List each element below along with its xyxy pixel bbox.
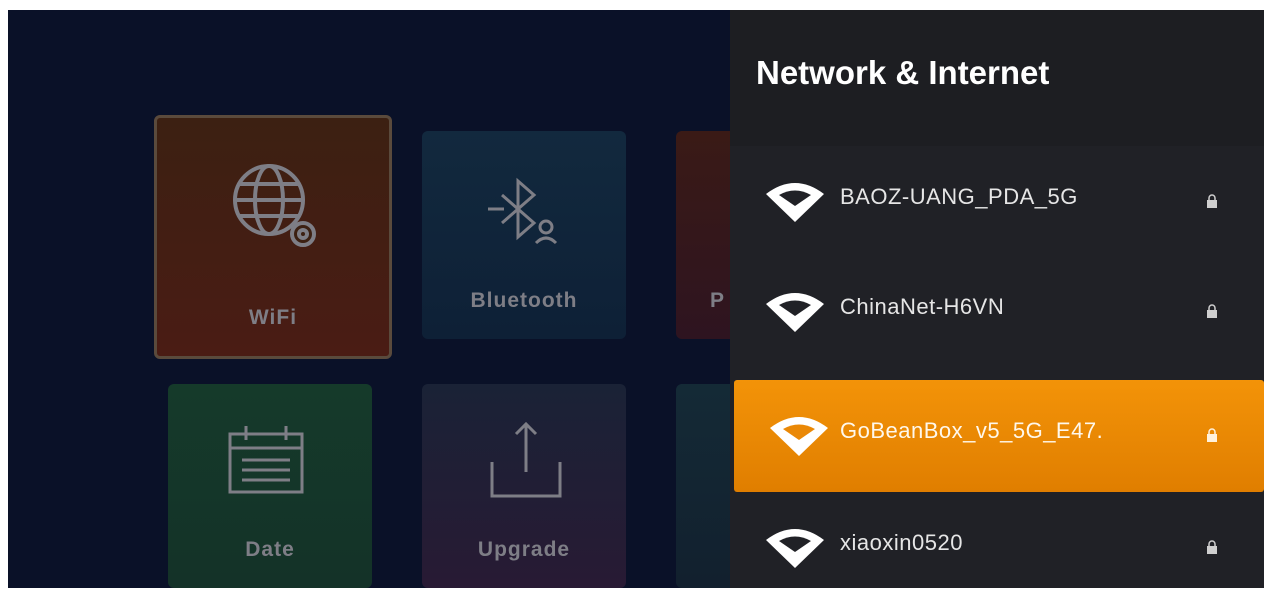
- lock-icon: [1207, 540, 1217, 554]
- upload-icon: [490, 421, 562, 498]
- bluetooth-icon: [488, 177, 558, 245]
- network-ssid: BAOZ-UANG_PDA_5G: [840, 184, 1078, 209]
- network-item-selected[interactable]: GoBeanBox_v5_5G_E47.: [734, 380, 1264, 492]
- globe-icon: [233, 164, 316, 247]
- network-ssid: ChinaNet-H6VN: [840, 294, 1005, 319]
- network-item[interactable]: BAOZ-UANG_PDA_5G: [730, 146, 1264, 256]
- tile-partial[interactable]: [676, 384, 736, 588]
- wifi-signal-icon: [766, 529, 824, 568]
- tile-upgrade[interactable]: Upgrade: [422, 384, 626, 588]
- tile-label: Upgrade: [477, 538, 571, 561]
- calendar-icon: [228, 426, 304, 494]
- panel-header: Network & Internet: [730, 10, 1264, 146]
- tile-label: Date: [245, 538, 295, 561]
- wifi-signal-icon: [766, 183, 824, 222]
- lock-icon: [1207, 428, 1217, 442]
- tile-bluetooth[interactable]: Bluetooth: [422, 131, 626, 339]
- network-panel: Network & Internet BAOZ-UANG_PDA_5G Chin…: [730, 10, 1264, 588]
- lock-icon: [1207, 194, 1217, 208]
- network-item[interactable]: ChinaNet-H6VN: [730, 256, 1264, 366]
- settings-screen: WiFi Bluetooth P Date Upgrade Network & …: [8, 10, 1264, 588]
- tile-date[interactable]: Date: [168, 384, 372, 588]
- tile-label: WiFi: [248, 306, 298, 329]
- network-item[interactable]: xiaoxin0520: [730, 496, 1264, 588]
- wifi-signal-icon: [770, 417, 828, 456]
- tile-label: Bluetooth: [470, 289, 578, 312]
- panel-title: Network & Internet: [756, 54, 1050, 91]
- lock-icon: [1207, 304, 1217, 318]
- tile-wifi[interactable]: WiFi: [154, 115, 392, 359]
- tile-partial[interactable]: P: [676, 131, 736, 339]
- wifi-signal-icon: [766, 293, 824, 332]
- network-ssid: xiaoxin0520: [840, 530, 963, 555]
- network-ssid: GoBeanBox_v5_5G_E47.: [840, 418, 1104, 443]
